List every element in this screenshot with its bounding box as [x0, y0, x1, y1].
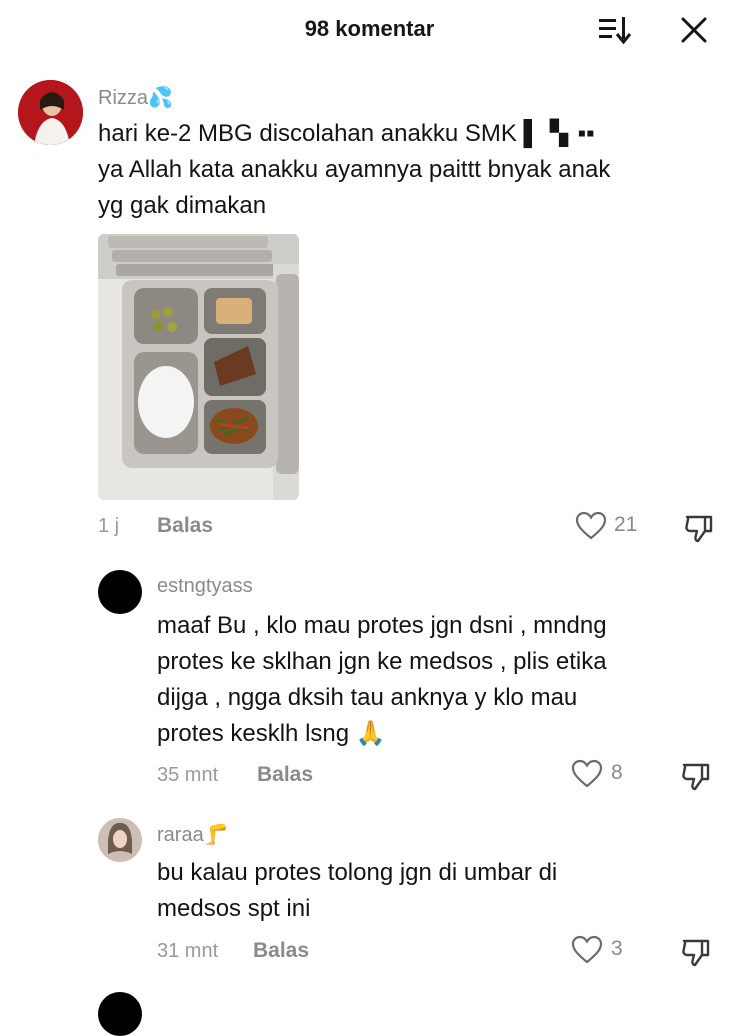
comment-text: maaf Bu , klo mau protes jgn dsni , mndn… — [157, 608, 727, 752]
like-button[interactable]: 3 — [571, 935, 631, 965]
comment-line: medsos spt ini — [157, 895, 311, 922]
heart-icon — [575, 511, 607, 540]
comment-photo[interactable] — [98, 234, 299, 500]
dislike-icon[interactable] — [680, 936, 712, 968]
avatar[interactable] — [98, 570, 142, 614]
comment-username[interactable]: estngtyass — [157, 575, 253, 598]
comment-line: bu kalau protes tolong jgn di umbar di — [157, 859, 558, 886]
comment-text: hari ke-2 MBG discolahan anakku SMK ▌▝▖▪… — [98, 116, 718, 224]
comment-time: 1 j — [98, 515, 120, 537]
heart-icon — [571, 759, 603, 788]
avatar[interactable] — [98, 992, 142, 1036]
comment-line: ya Allah kata anakku ayamnya paittt bnya… — [98, 156, 611, 183]
comment-line: protes ke sklhan jgn ke medsos , plis et… — [157, 648, 607, 675]
reply-button[interactable]: Balas — [157, 514, 213, 538]
avatar[interactable] — [18, 80, 83, 145]
comment-line: yg gak dimakan — [98, 192, 267, 219]
like-count: 3 — [611, 937, 623, 960]
comment-line: maaf Bu , klo mau protes jgn dsni , mndn… — [157, 612, 607, 639]
heart-icon — [571, 935, 603, 964]
close-icon[interactable] — [678, 14, 710, 46]
dislike-icon[interactable] — [683, 512, 715, 544]
sort-icon[interactable] — [597, 14, 633, 46]
comments-header: 98 komentar — [0, 0, 739, 60]
comment-text: bu kalau protes tolong jgn di umbar di m… — [157, 855, 727, 927]
comment-time: 35 mnt — [157, 764, 219, 786]
like-count: 8 — [611, 761, 623, 784]
avatar[interactable] — [98, 818, 142, 862]
reply-button[interactable]: Balas — [257, 763, 313, 787]
comment-username[interactable]: Rizza💦 — [98, 85, 173, 110]
like-button[interactable]: 21 — [575, 511, 645, 541]
comment-time: 31 mnt — [157, 940, 219, 962]
dislike-icon[interactable] — [680, 760, 712, 792]
comment-line: hari ke-2 MBG discolahan anakku SMK ▌▝▖▪… — [98, 120, 595, 147]
comment-line: dijga , ngga dksih tau anknya y klo mau — [157, 684, 578, 711]
comment-line: protes kesklh lsng 🙏 — [157, 720, 386, 747]
like-count: 21 — [614, 513, 638, 536]
reply-button[interactable]: Balas — [253, 939, 309, 963]
like-button[interactable]: 8 — [571, 759, 631, 789]
comment-username[interactable]: raraa🦵 — [157, 822, 229, 847]
